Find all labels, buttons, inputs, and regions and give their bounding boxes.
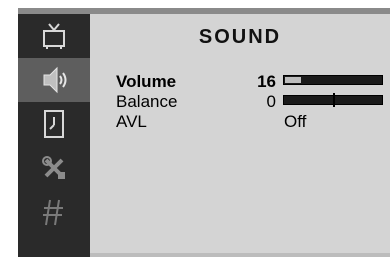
sound-panel: SOUND Volume 16 Balance 0 AVL Off xyxy=(90,8,390,257)
balance-center-marker xyxy=(333,93,335,107)
speaker-icon xyxy=(43,66,67,94)
volume-level-fill xyxy=(285,77,301,83)
tv-icon xyxy=(43,23,65,49)
balance-value: 0 xyxy=(266,92,276,111)
menu-title: SOUND xyxy=(198,26,282,48)
antenna-icon xyxy=(43,199,63,226)
menu-item-picture[interactable] xyxy=(18,14,90,58)
balance-slider[interactable] xyxy=(283,93,383,107)
volume-label: Volume xyxy=(116,72,177,91)
menu-item-channel[interactable] xyxy=(18,190,90,234)
balance-label: Balance xyxy=(116,92,178,111)
menu-sidebar xyxy=(18,8,90,257)
volume-slider[interactable] xyxy=(283,75,383,85)
tools-icon xyxy=(42,156,65,179)
osd-window: SOUND Volume 16 Balance 0 AVL Off xyxy=(18,8,390,257)
avl-value: Off xyxy=(284,112,307,131)
menu-item-setup[interactable] xyxy=(18,146,90,190)
menu-item-timer[interactable] xyxy=(18,102,90,146)
volume-value: 16 xyxy=(257,72,276,91)
menu-item-sound[interactable] xyxy=(18,58,90,102)
clock-icon xyxy=(44,110,64,138)
avl-label: AVL xyxy=(116,112,147,131)
